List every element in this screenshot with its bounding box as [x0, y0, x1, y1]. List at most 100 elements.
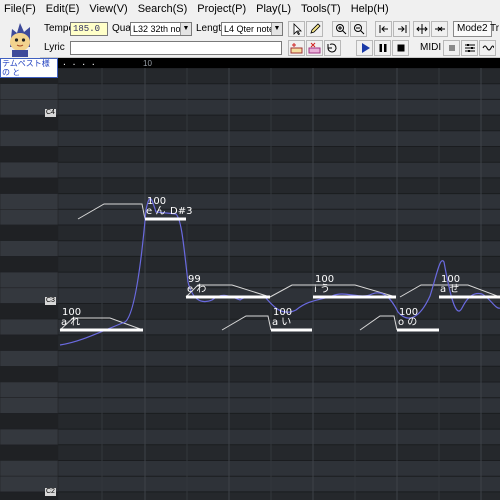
zoom-out-icon [353, 24, 364, 35]
sliders-icon [464, 44, 475, 52]
note-pitch-name: D#3 [170, 206, 193, 217]
ruler-measure-label: 10 [143, 59, 152, 68]
note-bar [313, 295, 396, 299]
note-lyric[interactable]: e ん [146, 206, 165, 217]
track-name-label: テムペスト様の と「FiNALE」 [0, 58, 58, 78]
chevron-down-icon: ▼ [180, 23, 191, 35]
midi-label: MIDI [420, 42, 442, 53]
merge-button[interactable] [431, 21, 448, 37]
pointer-tool-button[interactable] [288, 21, 305, 37]
lyric-label: Lyric [44, 42, 65, 53]
grid-row [58, 460, 500, 477]
note-lyric[interactable]: i う [314, 284, 330, 295]
pencil-tool-button[interactable] [306, 21, 323, 37]
piano-key [0, 460, 59, 477]
grid-row [58, 382, 500, 398]
note-lyric[interactable]: a せ [440, 284, 459, 295]
pause-icon [379, 44, 386, 52]
stop-button[interactable] [392, 40, 409, 56]
piano-key [0, 303, 59, 320]
piano-key [0, 397, 59, 414]
piano-key [0, 365, 59, 383]
wave-icon [482, 45, 494, 51]
grid-row [58, 193, 500, 210]
go-start-button[interactable] [375, 21, 392, 37]
piano-roll[interactable] [0, 68, 500, 500]
zoom-in-icon [335, 24, 346, 35]
zoom-in-button[interactable] [332, 21, 349, 37]
stop-icon [397, 44, 404, 52]
zoom-out-button[interactable] [350, 21, 367, 37]
piano-key [0, 130, 59, 147]
menu-play[interactable]: Play(L) [256, 3, 291, 15]
grid-row [58, 146, 500, 163]
play-button[interactable] [356, 40, 373, 56]
arrows-in-icon [434, 26, 445, 32]
utau-window: File(F) Edit(E) View(V) Search(S) Projec… [0, 0, 500, 500]
piano-key [0, 224, 59, 241]
grid-row [58, 397, 500, 414]
grid-row [58, 444, 500, 461]
tr-label: Tr [490, 23, 500, 34]
grid-row [58, 83, 500, 100]
grid-row [58, 162, 500, 178]
length-select[interactable]: L4 Qter note ▼ [221, 22, 283, 36]
note-delete-icon [308, 42, 321, 54]
grid-row [58, 177, 500, 194]
grid-row [58, 225, 500, 241]
note-lyric[interactable]: e わ [187, 284, 206, 295]
note-lyric[interactable]: a れ [61, 317, 80, 328]
note-bar [60, 328, 143, 332]
note-bar [145, 217, 186, 221]
note-lyric[interactable]: a い [272, 317, 291, 328]
piano-key [0, 318, 59, 336]
note-bar [439, 295, 500, 299]
quantize-select[interactable]: L32 32th note ▼ [130, 22, 192, 36]
grid-row [58, 491, 500, 500]
piano-key [0, 256, 59, 273]
key-label-c3: C3 [45, 297, 56, 305]
split-button[interactable] [413, 21, 430, 37]
arrow-left-bar-icon [379, 25, 388, 33]
delete-note-button[interactable] [306, 40, 323, 56]
midi-in-button[interactable] [443, 40, 460, 56]
menu-view[interactable]: View(V) [89, 3, 127, 15]
go-end-button[interactable] [393, 21, 410, 37]
note-lyric[interactable]: o の [398, 317, 417, 328]
cursor-icon [293, 23, 302, 35]
mode2-toggle[interactable]: Mode2 [453, 21, 492, 37]
piano-key [0, 240, 59, 257]
piano-key [0, 381, 59, 398]
grid-row [58, 115, 500, 131]
pause-button[interactable] [374, 40, 391, 56]
grid-row [58, 130, 500, 147]
arrow-right-bar-icon [397, 25, 406, 33]
piano-key [0, 146, 59, 163]
refresh-button[interactable] [324, 40, 341, 56]
length-value: L4 Qter note [224, 24, 275, 34]
piano-key [0, 271, 59, 289]
insert-note-button[interactable] [288, 40, 305, 56]
grid-row [58, 350, 500, 367]
grid-row [58, 334, 500, 351]
grid-row [58, 68, 500, 84]
midi-wave-button[interactable] [479, 40, 496, 56]
piano-key [0, 83, 59, 100]
ruler-dots: . . . . [62, 58, 96, 67]
piano-key [0, 209, 59, 226]
piano-key [0, 114, 59, 132]
grid-row [58, 240, 500, 257]
lyric-input[interactable] [70, 41, 282, 55]
note-insert-icon [290, 43, 303, 54]
menu-search[interactable]: Search(S) [138, 3, 188, 15]
midi-settings-button[interactable] [461, 40, 478, 56]
menu-help[interactable]: Help(H) [351, 3, 389, 15]
arrows-out-icon [415, 24, 428, 34]
menu-tools[interactable]: Tools(T) [301, 3, 341, 15]
piano-keyboard [0, 68, 59, 500]
menu-project[interactable]: Project(P) [197, 3, 246, 15]
key-label-c2: C2 [45, 488, 56, 496]
menu-file[interactable]: File(F) [4, 3, 36, 15]
menu-edit[interactable]: Edit(E) [46, 3, 80, 15]
tempo-field[interactable]: 185.0 [70, 22, 108, 36]
